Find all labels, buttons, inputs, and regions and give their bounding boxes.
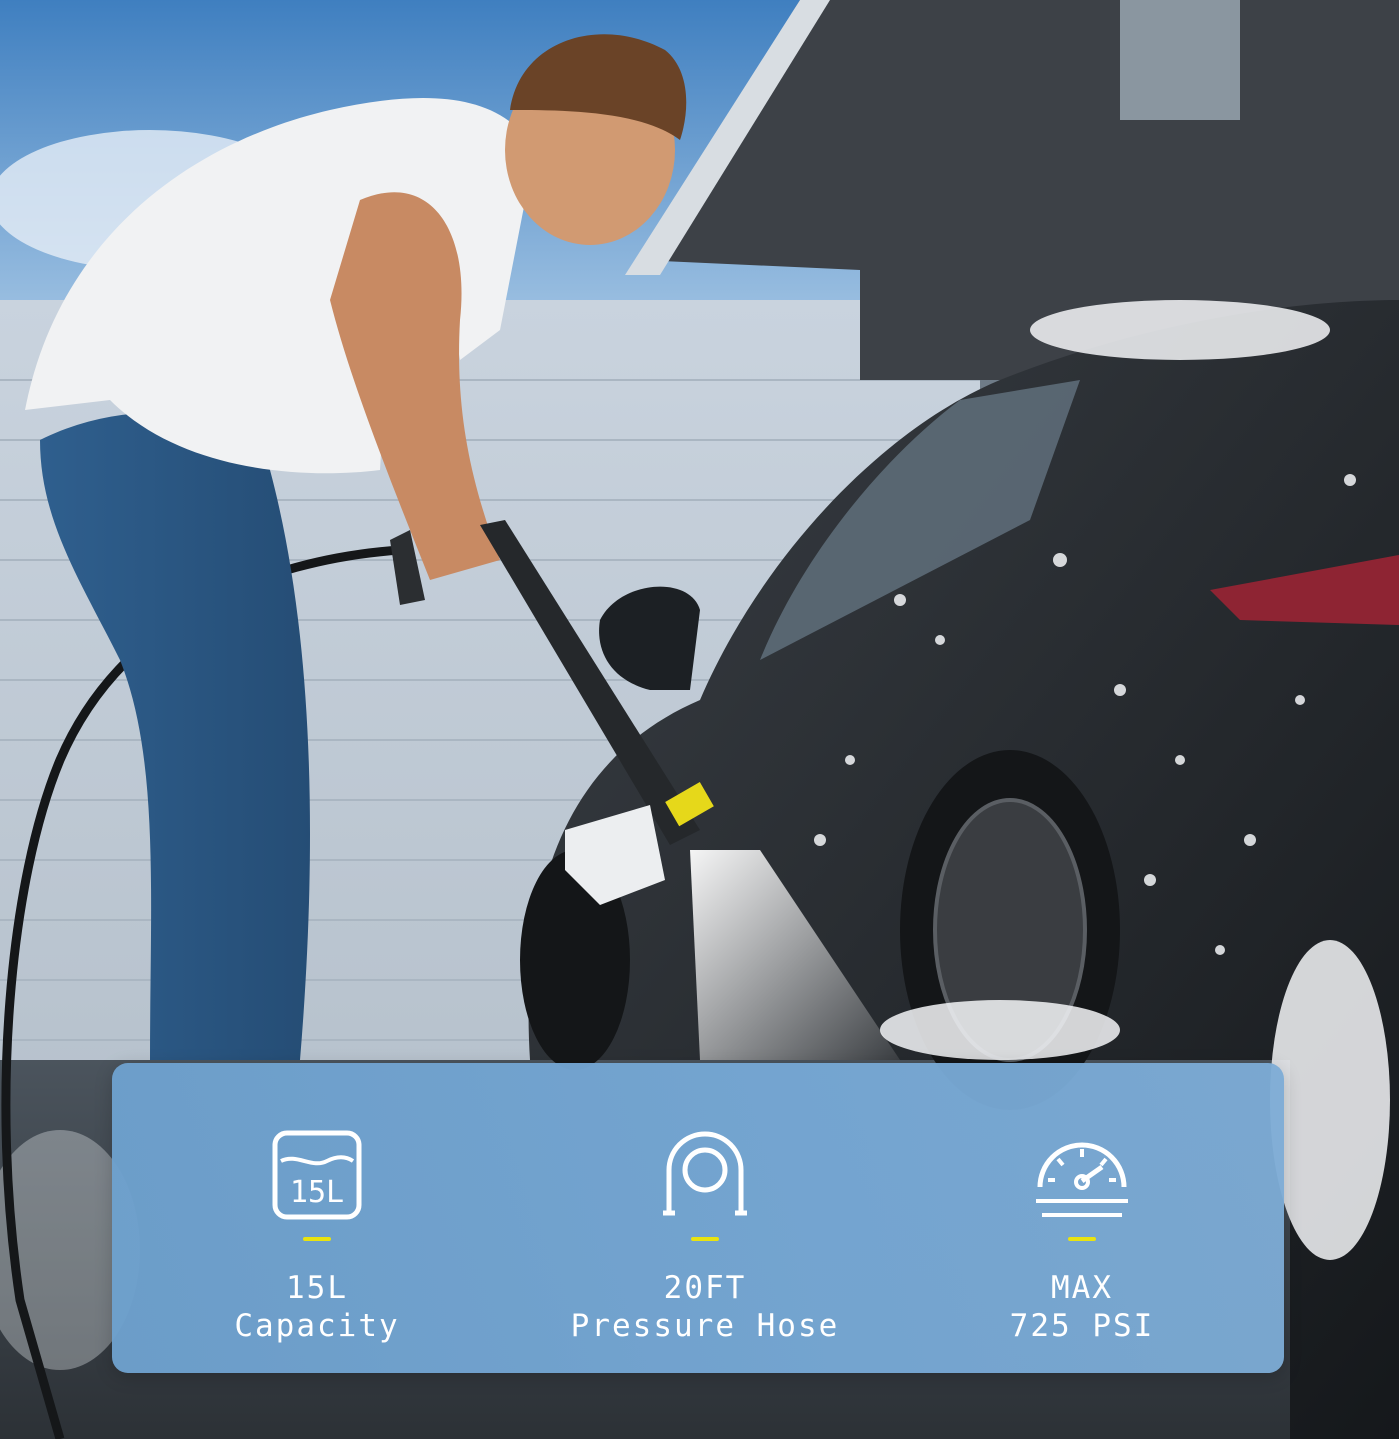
feature-pressure: MAX 725 PSI: [932, 1063, 1232, 1373]
feature-accent-bar: [1068, 1237, 1096, 1241]
feature-accent-bar: [303, 1237, 331, 1241]
feature-hose-value: 20FT: [663, 1270, 747, 1306]
feature-pressure-value: MAX: [1051, 1270, 1113, 1306]
tank-15l-icon-label: 15L: [290, 1175, 344, 1210]
feature-capacity-label: Capacity: [234, 1308, 400, 1344]
tank-15l-icon: 15L: [272, 1130, 362, 1220]
hose-reel-icon: [663, 1131, 747, 1216]
feature-capacity-value: 15L: [286, 1270, 348, 1306]
pressure-gauge-icon: [1036, 1142, 1128, 1217]
feature-accent-bar: [691, 1237, 719, 1241]
feature-capacity: 15L 15L Capacity: [167, 1063, 467, 1373]
feature-hose: 20FT Pressure Hose: [555, 1063, 855, 1373]
feature-pressure-label: 725 PSI: [1009, 1308, 1155, 1344]
feature-hose-label: Pressure Hose: [570, 1308, 840, 1344]
feature-panel: 15L 15L Capacity 20FT Pressure Hose MAX …: [112, 1063, 1284, 1373]
